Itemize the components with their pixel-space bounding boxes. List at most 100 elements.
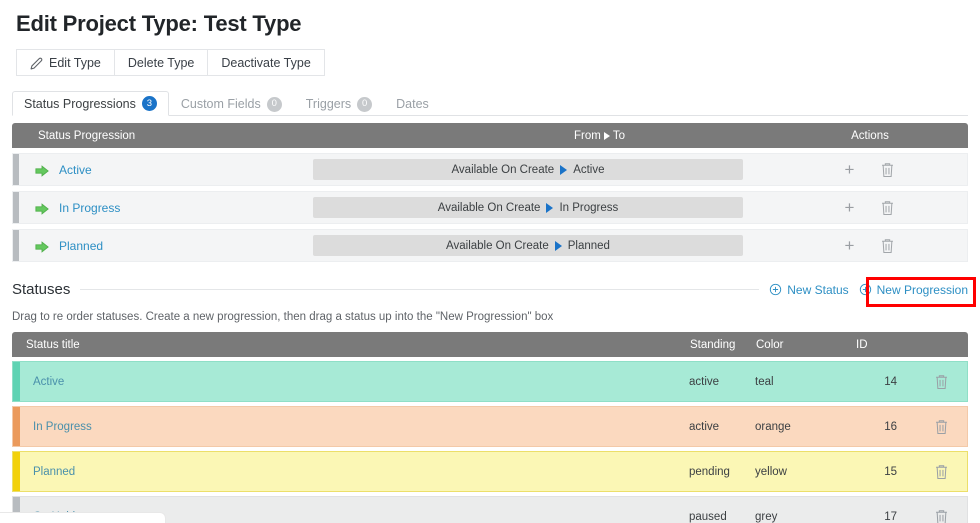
- arrow-right-blue-icon: [546, 203, 553, 213]
- status-row[interactable]: Planned pending yellow 15: [12, 451, 968, 492]
- tab-custom-fields[interactable]: Custom Fields 0: [169, 91, 294, 116]
- progression-name-cell: In Progress: [13, 201, 313, 215]
- tab-triggers-label: Triggers: [306, 97, 351, 111]
- add-progression-step-icon[interactable]: +: [845, 199, 855, 216]
- status-title-label[interactable]: Planned: [13, 466, 689, 478]
- new-status-button-label: New Status: [787, 283, 848, 297]
- status-id-value: 17: [855, 511, 915, 523]
- tab-bar: Status Progressions 3 Custom Fields 0 Tr…: [12, 91, 441, 116]
- progression-pill: Available On Create Planned: [313, 235, 743, 256]
- progression-pill-wrap: Available On Create In Progress: [313, 197, 773, 218]
- statuses-divider: [80, 289, 759, 290]
- drag-handle[interactable]: [13, 230, 19, 261]
- progression-actions-cell: +: [773, 161, 967, 178]
- edit-type-button[interactable]: Edit Type: [16, 49, 115, 76]
- arrow-right-green-icon: [35, 164, 49, 178]
- progression-name-cell: Planned: [13, 239, 313, 253]
- arrow-right-green-icon: [35, 202, 49, 216]
- column-header-status-progression: Status Progression: [12, 130, 427, 142]
- status-title-label[interactable]: Active: [13, 376, 689, 388]
- progression-to-label: Planned: [568, 240, 610, 252]
- pencil-icon: [30, 57, 43, 70]
- deactivate-type-button[interactable]: Deactivate Type: [207, 49, 324, 76]
- tab-dates-label: Dates: [396, 97, 429, 111]
- circle-plus-icon: [859, 283, 872, 296]
- trash-icon[interactable]: [880, 162, 895, 178]
- status-id-value: 16: [855, 421, 915, 433]
- circle-plus-icon: [769, 283, 782, 296]
- status-color-value: grey: [755, 511, 855, 523]
- browser-status-bubble: [0, 512, 166, 523]
- tab-custom-fields-badge: 0: [267, 97, 282, 112]
- drag-handle[interactable]: [13, 154, 19, 185]
- new-progression-button[interactable]: New Progression: [859, 283, 968, 297]
- column-header-from-to: From To: [427, 130, 772, 142]
- status-actions-cell: [915, 374, 967, 390]
- progression-name-label[interactable]: Active: [59, 163, 92, 177]
- progression-to-label: Active: [573, 164, 604, 176]
- trash-icon[interactable]: [934, 374, 949, 390]
- progression-row[interactable]: Planned Available On Create Planned +: [12, 229, 968, 262]
- trash-icon[interactable]: [934, 419, 949, 435]
- statuses-table-header: Status title Standing Color ID: [12, 332, 968, 357]
- progression-name-label[interactable]: In Progress: [59, 201, 120, 215]
- new-status-button[interactable]: New Status: [769, 283, 848, 297]
- trash-icon[interactable]: [934, 464, 949, 480]
- status-actions-cell: [915, 509, 967, 523]
- progression-pill: Available On Create In Progress: [313, 197, 743, 218]
- progression-row[interactable]: Active Available On Create Active +: [12, 153, 968, 186]
- progression-pill-wrap: Available On Create Planned: [313, 235, 773, 256]
- delete-type-button-label: Delete Type: [128, 56, 194, 70]
- status-color-bar: [13, 407, 20, 446]
- column-header-status-title: Status title: [12, 339, 690, 351]
- status-row[interactable]: Active active teal 14: [12, 361, 968, 402]
- trash-icon[interactable]: [880, 200, 895, 216]
- progression-row[interactable]: In Progress Available On Create In Progr…: [12, 191, 968, 224]
- statuses-hint-text: Drag to re order statuses. Create a new …: [12, 311, 553, 323]
- column-header-actions: Actions: [772, 130, 968, 142]
- delete-type-button[interactable]: Delete Type: [114, 49, 208, 76]
- drag-handle[interactable]: [13, 192, 19, 223]
- statuses-section-header: Statuses New Status New Progression: [12, 281, 968, 298]
- deactivate-type-button-label: Deactivate Type: [221, 56, 310, 70]
- tab-status-progressions-label: Status Progressions: [24, 97, 136, 111]
- page-title: Edit Project Type: Test Type: [16, 11, 301, 37]
- arrow-right-blue-icon: [560, 165, 567, 175]
- arrow-right-icon: [604, 132, 610, 140]
- status-standing-value: paused: [689, 511, 755, 523]
- status-color-value: teal: [755, 376, 855, 388]
- tab-status-progressions[interactable]: Status Progressions 3: [12, 91, 169, 116]
- status-progressions-table: Status Progression From To Actions Activ…: [12, 123, 968, 262]
- arrow-right-green-icon: [35, 240, 49, 254]
- trash-icon[interactable]: [934, 509, 949, 523]
- status-standing-value: active: [689, 421, 755, 433]
- trash-icon[interactable]: [880, 238, 895, 254]
- add-progression-step-icon[interactable]: +: [845, 161, 855, 178]
- status-title-label[interactable]: In Progress: [13, 421, 689, 433]
- status-color-bar: [13, 362, 20, 401]
- progression-actions-cell: +: [773, 237, 967, 254]
- tab-triggers-badge: 0: [357, 97, 372, 112]
- column-header-from-label: From: [574, 130, 601, 142]
- edit-type-button-label: Edit Type: [49, 56, 101, 70]
- status-row[interactable]: In Progress active orange 16: [12, 406, 968, 447]
- tab-status-progressions-badge: 3: [142, 96, 157, 111]
- type-actions-toolbar: Edit Type Delete Type Deactivate Type: [16, 49, 324, 76]
- column-header-standing: Standing: [690, 339, 756, 351]
- tab-custom-fields-label: Custom Fields: [181, 97, 261, 111]
- status-actions-cell: [915, 464, 967, 480]
- new-progression-button-label: New Progression: [877, 283, 968, 297]
- progression-from-label: Available On Create: [438, 202, 541, 214]
- status-color-value: yellow: [755, 466, 855, 478]
- progression-name-label[interactable]: Planned: [59, 239, 103, 253]
- tab-triggers[interactable]: Triggers 0: [294, 91, 384, 116]
- progression-pill: Available On Create Active: [313, 159, 743, 180]
- progressions-table-header: Status Progression From To Actions: [12, 123, 968, 148]
- progression-actions-cell: +: [773, 199, 967, 216]
- edit-project-type-page: Edit Project Type: Test Type Edit Type D…: [0, 0, 980, 523]
- arrow-right-blue-icon: [555, 241, 562, 251]
- tab-dates[interactable]: Dates: [384, 91, 441, 116]
- add-progression-step-icon[interactable]: +: [845, 237, 855, 254]
- status-color-value: orange: [755, 421, 855, 433]
- status-standing-value: pending: [689, 466, 755, 478]
